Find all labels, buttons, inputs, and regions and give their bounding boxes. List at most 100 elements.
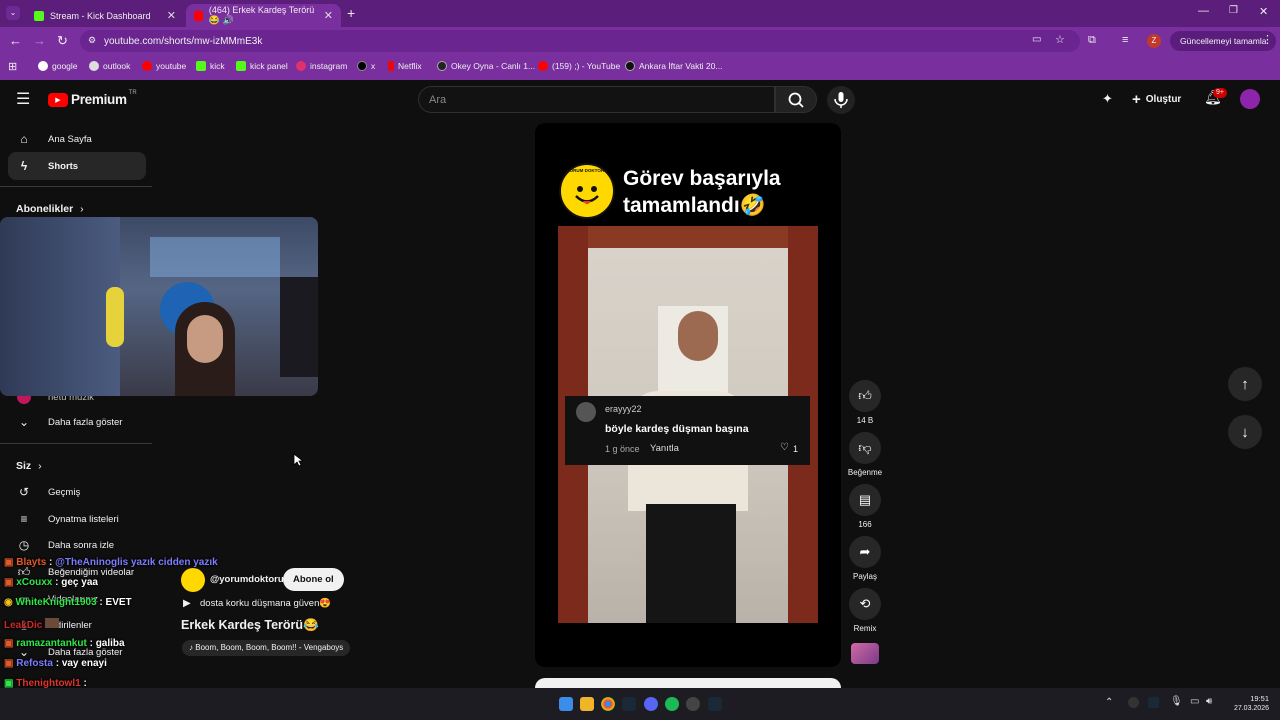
forward-icon[interactable]: →	[33, 33, 46, 48]
channel-name[interactable]: @yorumdoktoru	[210, 574, 284, 585]
subscriptions-header[interactable]: Abonelikler ›	[16, 203, 84, 215]
apps-grid-icon[interactable]: ⊞	[8, 60, 17, 73]
file-explorer-icon[interactable]	[580, 697, 594, 711]
window-close-icon[interactable]: ✕	[1259, 5, 1268, 18]
thumbs-down-icon: 👎︎	[858, 440, 872, 455]
minimize-icon[interactable]: —	[1198, 5, 1209, 17]
chat-message: ▣ Refosta : vay enayi	[4, 658, 107, 669]
audio-thumbnail[interactable]	[851, 643, 879, 664]
steam-icon[interactable]	[708, 697, 722, 711]
tab-youtube-short[interactable]: (464) Erkek Kardeş Terörü😂 🔊 ✕	[186, 4, 341, 27]
channel-logo-text: YORUM DOKTORU	[566, 168, 608, 173]
clock-date[interactable]: 27.03.2026	[1219, 705, 1269, 712]
chat-message: LeakDic	[4, 618, 60, 631]
hamburger-menu-icon[interactable]: ☰	[16, 89, 30, 109]
like-button[interactable]: 👍︎	[849, 380, 881, 412]
bookmark-kick[interactable]: kick	[196, 61, 225, 71]
windows-taskbar: ⌃ 🎙︎ ▭ 🔊︎ 19:51 27.03.2026	[0, 688, 1280, 720]
share-button[interactable]: ➦	[849, 536, 881, 568]
back-icon[interactable]: ←	[9, 33, 22, 48]
you-header[interactable]: Siz ›	[16, 460, 42, 472]
clock-time[interactable]: 19:51	[1229, 694, 1269, 703]
arrow-up-icon: ↑	[1241, 375, 1249, 393]
new-tab-icon[interactable]: +	[347, 5, 355, 21]
extensions-icon[interactable]: ⧉	[1088, 34, 1096, 47]
channel-avatar[interactable]	[181, 568, 205, 592]
bookmark-outlook[interactable]: outlook	[89, 61, 130, 71]
shorts-player[interactable]: YORUM DOKTORU Görev başarıyla tamamlandı…	[535, 123, 841, 667]
avatar[interactable]	[1240, 89, 1260, 109]
spotify-icon[interactable]	[665, 697, 679, 711]
chrome-icon[interactable]	[601, 697, 615, 711]
tray-steam-icon[interactable]	[1148, 697, 1159, 708]
discord-icon[interactable]	[644, 697, 658, 711]
bookmark-youtube[interactable]: youtube	[142, 61, 186, 71]
chevron-down-icon: ⌄	[18, 415, 30, 429]
arrow-down-icon: ↓	[1241, 423, 1249, 441]
menu-dots-icon[interactable]: ⋮	[1262, 33, 1273, 46]
bookmark-instagram[interactable]: instagram	[296, 61, 347, 71]
tray-app-icon[interactable]	[1128, 697, 1139, 708]
reload-icon[interactable]: ↻	[57, 33, 68, 49]
address-bar: ← → ↻ ⚙ youtube.com/shorts/mw-izMMmE3k ▭…	[0, 27, 1280, 55]
comment-likes: 1	[793, 444, 799, 454]
comment-count: 166	[858, 520, 872, 529]
sidebar-item-shorts[interactable]: ϟ Shorts	[8, 152, 146, 180]
badge-icon: ▣	[4, 577, 14, 588]
comments-button[interactable]: ▤	[849, 484, 881, 516]
tab-kick-dashboard[interactable]: Stream - Kick Dashboard ✕	[26, 4, 184, 27]
bookmark-youtube-2[interactable]: (159) ;) - YouTube	[538, 61, 620, 71]
media-icon[interactable]: ≡	[1122, 34, 1128, 46]
sidebar-item-history[interactable]: ↺ Geçmiş	[8, 478, 146, 506]
webcam-chair	[280, 277, 318, 377]
cast-icon[interactable]: ▭	[1032, 34, 1041, 45]
close-icon[interactable]: ✕	[324, 9, 333, 22]
remix-button[interactable]: ⟲	[849, 588, 881, 620]
bookmark-okey[interactable]: Okey Oyna - Canlı 1...	[437, 61, 535, 71]
short-description[interactable]: dosta korku düşmana güven😍	[200, 598, 331, 609]
kick-icon	[236, 61, 246, 71]
sidebar-item-home[interactable]: ⌂ Ana Sayfa	[8, 125, 146, 153]
sidebar-show-more[interactable]: ⌄ Daha fazla göster	[8, 408, 146, 436]
outlook-icon	[89, 61, 99, 71]
search-button[interactable]	[775, 86, 817, 113]
badge-icon: ▣	[4, 658, 14, 669]
google-icon	[38, 61, 48, 71]
update-button[interactable]: Güncellemeyi tamamla	[1170, 31, 1277, 51]
steam-icon[interactable]	[622, 697, 636, 711]
home-icon: ⌂	[20, 132, 28, 146]
voice-search-button[interactable]	[827, 86, 855, 114]
comment-text: böyle kardeş düşman başına	[605, 423, 749, 435]
bookmark-star-icon[interactable]: ☆	[1055, 33, 1065, 46]
microphone-icon[interactable]: 🎙︎	[1170, 696, 1183, 707]
bookmark-google[interactable]: google	[38, 61, 78, 71]
url-field[interactable]: ⚙ youtube.com/shorts/mw-izMMmE3k ▭ ☆	[80, 30, 1080, 52]
subscribe-button[interactable]: Abone ol	[283, 568, 344, 591]
next-short-preview[interactable]	[535, 678, 841, 688]
next-short-button[interactable]: ↓	[1228, 415, 1262, 449]
cast-icon[interactable]: ✦	[1102, 91, 1113, 107]
previous-short-button[interactable]: ↑	[1228, 367, 1262, 401]
volume-icon[interactable]: 🔊︎	[1206, 696, 1212, 707]
network-icon[interactable]: ▭	[1190, 696, 1199, 707]
search-input[interactable]: Ara	[418, 86, 775, 113]
bookmark-kick-panel[interactable]: kick panel	[236, 61, 288, 71]
music-chip[interactable]: ♪ Boom, Boom, Boom, Boom!! - Vengaboys	[182, 640, 351, 656]
app-icon[interactable]	[686, 697, 700, 711]
sidebar-item-playlists[interactable]: ≡ Oynatma listeleri	[8, 505, 146, 533]
bookmark-iftar[interactable]: Ankara İftar Vakti 20...	[625, 61, 722, 71]
bookmark-netflix[interactable]: Netflix	[388, 61, 422, 71]
sidebar-item-watch-later[interactable]: ◷ Daha sonra izle	[8, 531, 146, 559]
close-icon[interactable]: ✕	[167, 9, 176, 22]
create-button[interactable]: + Oluştur	[1132, 91, 1181, 108]
remix-label: Remix	[853, 624, 877, 633]
tray-chevron-icon[interactable]: ⌃	[1105, 697, 1113, 708]
start-icon[interactable]	[559, 697, 573, 711]
dislike-button[interactable]: 👎︎	[849, 432, 881, 464]
tab-search-icon[interactable]: ⌄	[6, 6, 20, 20]
site-info-icon[interactable]: ⚙	[88, 35, 96, 46]
profile-avatar[interactable]: Z	[1147, 34, 1161, 48]
youtube-premium-logo[interactable]: ▶ Premium TR	[48, 90, 137, 107]
restore-icon[interactable]: ❐	[1229, 5, 1238, 16]
bookmark-x[interactable]: x	[357, 61, 375, 71]
